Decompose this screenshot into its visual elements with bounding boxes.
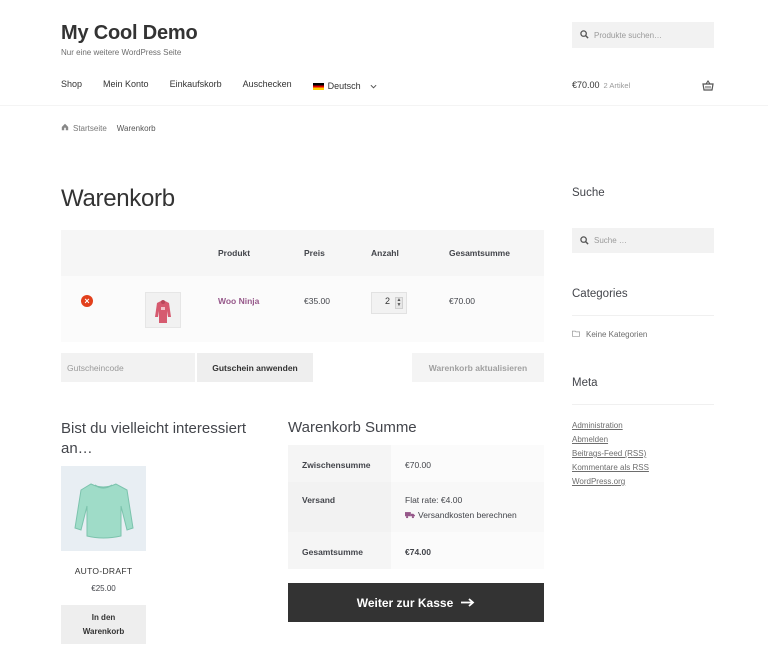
product-search[interactable]	[572, 22, 714, 48]
calculate-shipping-link[interactable]: Versandkosten berechnen	[405, 510, 517, 520]
column-product: Produkt	[218, 248, 251, 258]
cross-sells-title: Bist du vielleicht interessiert an…	[61, 420, 247, 457]
search-icon	[580, 26, 589, 44]
widget-divider	[572, 315, 714, 316]
header-cart[interactable]: €70.00 2 Artikel	[572, 80, 630, 90]
meta-link-administration[interactable]: Administration	[572, 419, 649, 433]
meta-link-comments-feed[interactable]: Kommentare als RSS	[572, 461, 649, 475]
primary-navigation: Shop Mein Konto Einkaufskorb Auschecken …	[61, 79, 398, 93]
calculate-shipping-label: Versandkosten berechnen	[418, 510, 517, 520]
meta-links: Administration Abmelden Beitrags-Feed (R…	[572, 419, 649, 489]
cart-totals-title: Warenkorb Summe	[288, 419, 417, 436]
subtotal-label: Zwischensumme	[302, 460, 371, 470]
total-value-cell: €74.00	[391, 532, 544, 569]
apply-coupon-button[interactable]: Gutschein anwenden	[197, 353, 313, 382]
german-flag-icon	[312, 82, 324, 90]
shipping-label-cell: Versand	[288, 482, 391, 532]
shipping-label: Versand	[302, 495, 336, 505]
basket-icon[interactable]	[702, 78, 714, 96]
breadcrumb: Startseite Warenkorb	[61, 123, 156, 133]
meta-link-wordpress-org[interactable]: WordPress.org	[572, 475, 649, 489]
meta-link-posts-feed[interactable]: Beitrags-Feed (RSS)	[572, 447, 649, 461]
cart-item-price: €35.00	[304, 296, 330, 306]
shipping-value: Flat rate: €4.00	[405, 495, 463, 505]
arrow-right-icon	[461, 596, 475, 610]
proceed-to-checkout-button[interactable]: Weiter zur Kasse	[288, 583, 544, 622]
site-tagline: Nur eine weitere WordPress Seite	[61, 48, 182, 57]
remove-item-icon[interactable]: ×	[81, 295, 93, 307]
total-label: Gesamtsumme	[302, 547, 363, 557]
shipping-row: Versand Flat rate: €4.00 Versandkosten b…	[288, 482, 544, 532]
breadcrumb-current: Warenkorb	[116, 123, 156, 133]
search-icon	[580, 232, 589, 250]
nav-shop[interactable]: Shop	[61, 79, 82, 93]
subtotal-label-cell: Zwischensumme	[288, 445, 391, 482]
meta-link-logout[interactable]: Abmelden	[572, 433, 649, 447]
widget-meta-title: Meta	[572, 377, 598, 389]
quantity-stepper[interactable]: ▲▼	[371, 292, 407, 314]
language-switcher[interactable]: Deutsch	[312, 79, 377, 93]
add-to-cart-label: In den Warenkorb	[82, 612, 125, 636]
no-categories-item: Keine Kategorien	[572, 330, 647, 339]
widget-categories-title: Categories	[572, 288, 628, 300]
cart-item-subtotal: €70.00	[449, 296, 475, 306]
widget-divider	[572, 404, 714, 405]
cart-count: 2 Artikel	[603, 81, 631, 90]
quantity-input[interactable]	[376, 296, 390, 306]
page-title: Warenkorb	[61, 185, 175, 212]
shipping-value-cell: Flat rate: €4.00 Versandkosten berechnen	[391, 482, 544, 532]
column-price: Preis	[304, 248, 325, 258]
nav-cart[interactable]: Einkaufskorb	[170, 79, 222, 93]
cross-sell-product-name[interactable]: AUTO-DRAFT	[61, 566, 146, 576]
coupon-code-input[interactable]	[61, 353, 195, 382]
nav-my-account[interactable]: Mein Konto	[103, 79, 149, 93]
truck-icon	[405, 512, 415, 519]
breadcrumb-home[interactable]: Startseite	[73, 124, 107, 133]
chevron-down-icon	[370, 81, 377, 91]
product-search-input[interactable]	[589, 30, 704, 40]
cart-totals-table: Zwischensumme €70.00 Versand Flat rate: …	[288, 445, 544, 569]
folder-icon	[572, 330, 580, 339]
cross-sell-product-price: €25.00	[91, 584, 116, 593]
no-categories-label: Keine Kategorien	[586, 330, 648, 339]
cart-table: Produkt Preis Anzahl Gesamtsumme × Woo N…	[61, 230, 544, 342]
total-label-cell: Gesamtsumme	[288, 532, 391, 569]
add-to-cart-button[interactable]: In den Warenkorb	[61, 605, 146, 644]
checkout-label: Weiter zur Kasse	[356, 595, 454, 610]
column-quantity: Anzahl	[371, 248, 399, 258]
header-divider	[0, 105, 768, 106]
cart-total: €70.00	[572, 80, 600, 90]
home-icon	[61, 123, 69, 133]
stepper-arrows-icon[interactable]: ▲ ▼	[395, 297, 403, 309]
cart-item-name[interactable]: Woo Ninja	[218, 296, 259, 306]
sidebar-search-input[interactable]	[589, 236, 704, 245]
cart-table-header: Produkt Preis Anzahl Gesamtsumme	[61, 230, 544, 276]
total-row: Gesamtsumme €74.00	[288, 532, 544, 569]
site-title[interactable]: My Cool Demo	[61, 22, 198, 45]
subtotal-value-cell: €70.00	[391, 445, 544, 482]
update-cart-button[interactable]: Warenkorb aktualisieren	[412, 353, 544, 382]
cart-item-row: × Woo Ninja €35.00 ▲▼ €70.00	[61, 276, 544, 342]
widget-search-title: Suche	[572, 187, 605, 199]
sidebar-search[interactable]	[572, 228, 714, 253]
language-label: Deutsch	[327, 81, 361, 91]
total-value: €74.00	[405, 547, 431, 557]
cross-sell-product-image[interactable]	[61, 466, 146, 551]
nav-checkout[interactable]: Auschecken	[243, 79, 292, 93]
subtotal-value: €70.00	[405, 460, 431, 470]
product-thumbnail[interactable]	[145, 292, 181, 328]
subtotal-row: Zwischensumme €70.00	[288, 445, 544, 482]
column-subtotal: Gesamtsumme	[449, 248, 510, 258]
